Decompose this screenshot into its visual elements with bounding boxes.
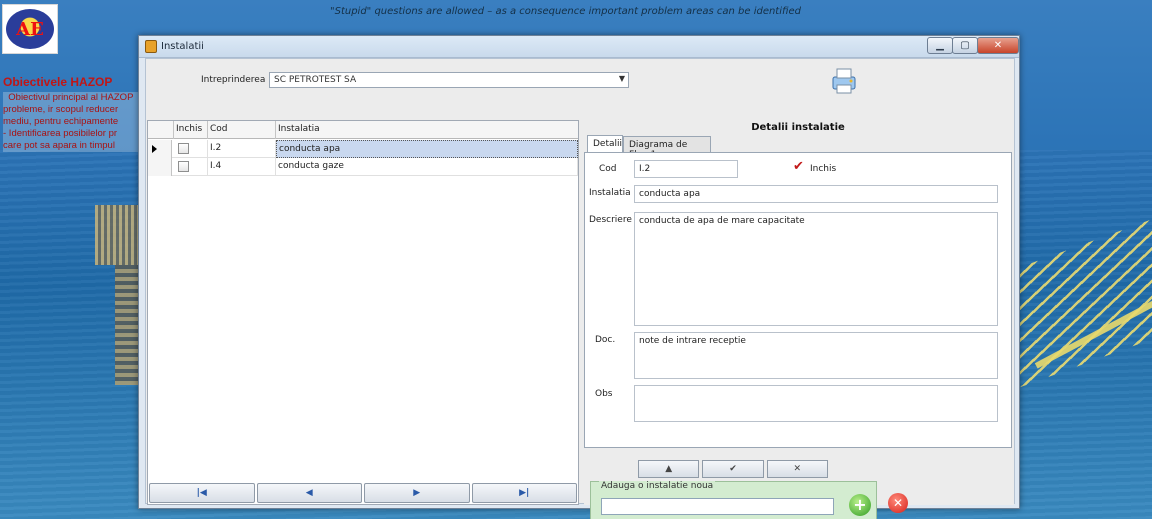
record-actions: ▲ ✔ ✕ bbox=[638, 460, 828, 478]
column-header-inchis[interactable]: Inchis bbox=[174, 121, 208, 139]
nav-last-button[interactable]: ▶| bbox=[471, 483, 577, 503]
inchis-label: Inchis bbox=[810, 164, 837, 174]
delete-button[interactable]: ✕ bbox=[888, 493, 908, 513]
inchis-checkmark-icon[interactable]: ✔ bbox=[793, 159, 804, 174]
move-up-button[interactable]: ▲ bbox=[638, 460, 700, 478]
inchis-checkbox[interactable] bbox=[178, 143, 189, 154]
column-header-cod[interactable]: Cod bbox=[208, 121, 276, 139]
side-title: Obiectivele HAZOP bbox=[3, 75, 113, 89]
minimize-button[interactable]: ▁ bbox=[927, 37, 953, 54]
descriere-field[interactable]: conducta de apa de mare capacitate bbox=[634, 212, 998, 326]
add-instalatie-legend: Adauga o instalatie noua bbox=[599, 481, 716, 491]
table-row[interactable]: I.2 conducta apa bbox=[148, 140, 578, 158]
tab-detalii[interactable]: Detalii bbox=[587, 135, 623, 153]
company-logo: AE bbox=[2, 4, 58, 54]
cod-field[interactable]: I.2 bbox=[634, 160, 738, 178]
inchis-checkbox[interactable] bbox=[178, 161, 189, 172]
nav-first-button[interactable]: |◀ bbox=[149, 483, 255, 503]
details-panel: Detalii instalatie Detalii Diagrama de F… bbox=[584, 120, 1014, 519]
instalatia-cell[interactable]: conducta apa bbox=[276, 140, 578, 158]
obs-field[interactable] bbox=[634, 385, 998, 422]
row-indicator[interactable] bbox=[148, 140, 172, 158]
chevron-down-icon[interactable]: ▼ bbox=[619, 74, 625, 83]
instalatia-cell[interactable]: conducta gaze bbox=[276, 158, 578, 176]
cod-cell[interactable]: I.2 bbox=[208, 140, 276, 158]
oil-rig-image-lower bbox=[115, 265, 140, 385]
intreprinderea-label: Intreprinderea bbox=[201, 75, 266, 85]
nav-next-button[interactable]: ▶ bbox=[364, 483, 470, 503]
instalatia-label: Instalatia bbox=[589, 188, 631, 198]
inchis-cell[interactable] bbox=[174, 158, 208, 176]
inchis-cell[interactable] bbox=[174, 140, 208, 158]
confirm-button[interactable]: ✔ bbox=[702, 460, 764, 478]
instalatii-window: Instalatii ▁ ▢ ✕ Intreprinderea SC PETRO… bbox=[138, 35, 1020, 519]
grid-navigator: |◀ ◀ ▶ ▶| bbox=[148, 482, 578, 504]
row-selector-header bbox=[148, 121, 174, 139]
intreprinderea-select[interactable]: SC PETROTEST SA ▼ bbox=[269, 72, 629, 88]
doc-label: Doc. bbox=[595, 335, 616, 345]
row-indicator[interactable] bbox=[148, 158, 172, 176]
new-instalatie-input[interactable] bbox=[601, 498, 834, 515]
column-header-instalatia[interactable]: Instalatia bbox=[276, 121, 578, 139]
current-row-icon bbox=[152, 145, 157, 153]
detalii-tab-content: Cod I.2 ✔ Inchis Instalatia conducta apa… bbox=[584, 152, 1012, 448]
table-row[interactable]: I.4 conducta gaze bbox=[148, 158, 578, 176]
cancel-button[interactable]: ✕ bbox=[766, 460, 828, 478]
intreprinderea-value: SC PETROTEST SA bbox=[274, 75, 357, 85]
details-title: Detalii instalatie bbox=[751, 122, 845, 133]
filter-panel: Intreprinderea SC PETROTEST SA ▼ bbox=[146, 59, 1014, 119]
tab-diagrama-flux[interactable]: Diagrama de Flux 1 bbox=[623, 136, 711, 160]
window-title: Instalatii bbox=[161, 41, 204, 52]
side-description: Obiectivul principal al HAZOP probleme, … bbox=[3, 92, 138, 152]
obs-label: Obs bbox=[595, 389, 613, 399]
add-button[interactable]: + bbox=[849, 494, 871, 516]
cod-label: Cod bbox=[599, 164, 617, 174]
instalatia-field[interactable]: conducta apa bbox=[634, 185, 998, 203]
close-button[interactable]: ✕ bbox=[977, 37, 1019, 54]
tagline-text: "Stupid" questions are allowed – as a co… bbox=[330, 6, 801, 17]
doc-field[interactable]: note de intrare receptie bbox=[634, 332, 998, 379]
window-client-area: Intreprinderea SC PETROTEST SA ▼ Inchis … bbox=[145, 58, 1015, 519]
app-icon bbox=[145, 40, 157, 53]
grid-header: Inchis Cod Instalatia bbox=[148, 121, 578, 139]
logo-emblem: AE bbox=[6, 9, 54, 49]
print-icon[interactable] bbox=[829, 67, 859, 95]
window-titlebar[interactable]: Instalatii ▁ ▢ ✕ bbox=[139, 36, 1019, 58]
nav-prev-button[interactable]: ◀ bbox=[256, 483, 362, 503]
cod-cell[interactable]: I.4 bbox=[208, 158, 276, 176]
add-instalatie-group: Adauga o instalatie noua + bbox=[590, 481, 877, 519]
maximize-button[interactable]: ▢ bbox=[952, 37, 978, 54]
descriere-label: Descriere bbox=[589, 215, 632, 225]
instalatii-grid: Inchis Cod Instalatia I.2 conducta apa I… bbox=[147, 120, 579, 505]
oil-rig-image bbox=[95, 205, 140, 265]
